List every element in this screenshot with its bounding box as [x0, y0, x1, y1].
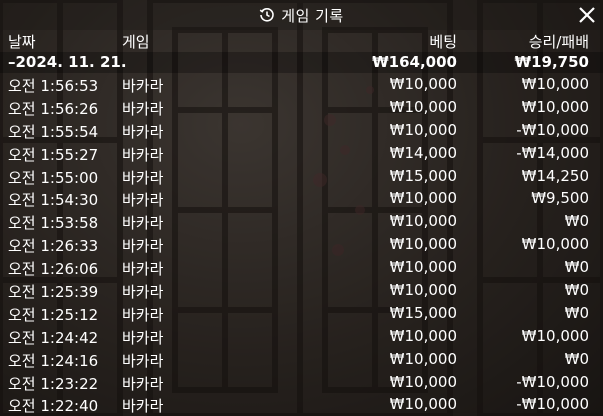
table-row[interactable]: 오전 1:56:53 바카라 ₩10,000 ₩10,000 [0, 73, 603, 96]
row-result: -₩14,000 [516, 143, 589, 162]
row-time: 오전 1:23:22 [8, 374, 99, 393]
row-result: -₩10,000 [516, 372, 589, 391]
row-result: ₩0 [564, 349, 589, 368]
table-row[interactable]: 오전 1:26:33 바카라 ₩10,000 ₩10,000 [0, 233, 603, 256]
row-bet: ₩10,000 [389, 235, 457, 254]
row-game: 바카라 [122, 351, 164, 370]
table-row[interactable]: 오전 1:24:16 바카라 ₩10,000 ₩0 [0, 348, 603, 371]
history-clock-icon [260, 8, 275, 22]
row-game: 바카라 [122, 145, 164, 164]
row-game: 바카라 [122, 214, 164, 233]
row-bet: ₩10,000 [389, 395, 457, 414]
row-result: -₩10,000 [516, 120, 589, 139]
row-game: 바카라 [122, 99, 164, 118]
table-row[interactable]: 오전 1:55:54 바카라 ₩10,000 -₩10,000 [0, 119, 603, 142]
row-game: 바카라 [122, 237, 164, 256]
date-group-summary-row[interactable]: –2024. 11. 21. ₩164,000 ₩19,750 [0, 52, 603, 73]
row-bet: ₩10,000 [389, 326, 457, 345]
table-row[interactable]: 오전 1:24:42 바카라 ₩10,000 ₩10,000 [0, 325, 603, 348]
row-result: ₩0 [564, 258, 589, 277]
row-result: ₩0 [564, 212, 589, 231]
row-bet: ₩15,000 [389, 166, 457, 185]
row-game: 바카라 [122, 168, 164, 187]
table-row[interactable]: 오전 1:53:58 바카라 ₩10,000 ₩0 [0, 210, 603, 233]
row-time: 오전 1:25:39 [8, 283, 99, 302]
row-game: 바카라 [122, 260, 164, 279]
row-bet: ₩10,000 [389, 189, 457, 208]
row-bet: ₩10,000 [389, 97, 457, 116]
row-bet: ₩14,000 [389, 143, 457, 162]
table-row[interactable]: 오전 1:23:22 바카라 ₩10,000 -₩10,000 [0, 371, 603, 394]
row-result: ₩9,500 [531, 189, 589, 208]
row-result: ₩10,000 [521, 97, 589, 116]
title-bar: 게임 기록 [0, 0, 603, 30]
table-row[interactable]: 오전 1:25:12 바카라 ₩15,000 ₩0 [0, 302, 603, 325]
row-time: 오전 1:26:06 [8, 260, 99, 279]
table-header: 날짜 게임 베팅 승리/패배 [0, 30, 603, 52]
row-time: 오전 1:54:30 [8, 191, 99, 210]
row-bet: ₩10,000 [389, 281, 457, 300]
history-rows: 오전 1:56:53 바카라 ₩10,000 ₩10,000 오전 1:56:2… [0, 73, 603, 416]
column-header-game: 게임 [122, 33, 150, 51]
summary-bet-total: ₩164,000 [372, 53, 457, 71]
table-row[interactable]: 오전 1:55:27 바카라 ₩14,000 -₩14,000 [0, 142, 603, 165]
row-time: 오전 1:55:00 [8, 168, 99, 187]
row-time: 오전 1:56:53 [8, 77, 99, 95]
column-header-date: 날짜 [8, 33, 36, 51]
row-time: 오전 1:56:26 [8, 99, 99, 118]
close-icon[interactable] [577, 5, 597, 25]
row-bet: ₩10,000 [389, 212, 457, 231]
row-game: 바카라 [122, 191, 164, 210]
column-header-result: 승리/패배 [528, 33, 589, 51]
row-bet: ₩10,000 [389, 372, 457, 391]
row-bet: ₩10,000 [389, 258, 457, 277]
row-time: 오전 1:24:16 [8, 351, 99, 370]
summary-date: –2024. 11. 21. [8, 53, 127, 71]
row-game: 바카라 [122, 328, 164, 347]
table-row[interactable]: 오전 1:22:40 바카라 ₩10,000 -₩10,000 [0, 393, 603, 416]
row-game: 바카라 [122, 397, 164, 416]
row-result: ₩10,000 [521, 326, 589, 345]
row-game: 바카라 [122, 374, 164, 393]
summary-result-total: ₩19,750 [514, 53, 589, 71]
row-game: 바카라 [122, 305, 164, 324]
row-result: -₩10,000 [516, 395, 589, 414]
row-result: ₩10,000 [521, 235, 589, 254]
row-bet: ₩10,000 [389, 75, 457, 93]
table-row[interactable]: 오전 1:25:39 바카라 ₩10,000 ₩0 [0, 279, 603, 302]
row-result: ₩0 [564, 281, 589, 300]
table-row[interactable]: 오전 1:54:30 바카라 ₩10,000 ₩9,500 [0, 187, 603, 210]
row-game: 바카라 [122, 283, 164, 302]
row-time: 오전 1:25:12 [8, 305, 99, 324]
table-row[interactable]: 오전 1:56:26 바카라 ₩10,000 ₩10,000 [0, 96, 603, 119]
row-bet: ₩10,000 [389, 120, 457, 139]
row-bet: ₩15,000 [389, 303, 457, 322]
row-game: 바카라 [122, 122, 164, 141]
row-result: ₩14,250 [521, 166, 589, 185]
row-time: 오전 1:24:42 [8, 328, 99, 347]
row-result: ₩0 [564, 303, 589, 322]
row-time: 오전 1:53:58 [8, 214, 99, 233]
column-header-bet: 베팅 [429, 33, 457, 51]
row-time: 오전 1:22:40 [8, 397, 99, 416]
table-row[interactable]: 오전 1:55:00 바카라 ₩15,000 ₩14,250 [0, 165, 603, 188]
row-bet: ₩10,000 [389, 349, 457, 368]
window-title: 게임 기록 [0, 0, 603, 30]
table-row[interactable]: 오전 1:26:06 바카라 ₩10,000 ₩0 [0, 256, 603, 279]
game-history-panel: 게임 기록 날짜 게임 베팅 승리/패배 –2024. 11. 21. ₩164… [0, 0, 603, 416]
row-time: 오전 1:55:54 [8, 122, 99, 141]
row-time: 오전 1:55:27 [8, 145, 99, 164]
row-result: ₩10,000 [521, 75, 589, 93]
row-game: 바카라 [122, 77, 164, 95]
row-time: 오전 1:26:33 [8, 237, 99, 256]
window-title-text: 게임 기록 [281, 6, 344, 25]
